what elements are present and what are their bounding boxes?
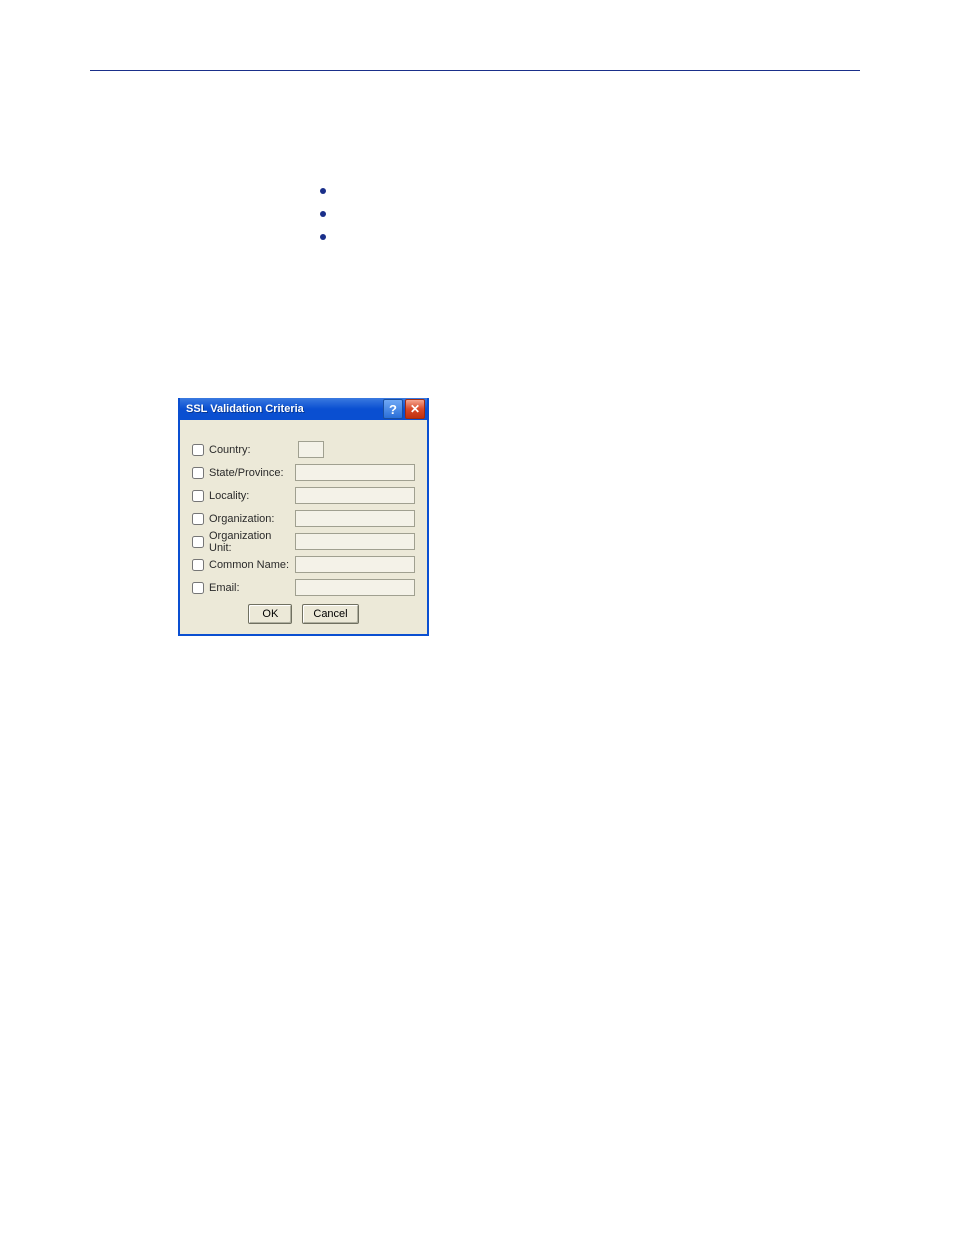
- bullet-icon: [320, 211, 326, 217]
- text-locality: Locality:: [209, 490, 249, 502]
- header-rule: [90, 70, 860, 71]
- row-common-name: Common Name:: [192, 553, 415, 576]
- row-email: Email:: [192, 576, 415, 599]
- bullet-list: [320, 188, 326, 257]
- row-org-unit: Organization Unit:: [192, 530, 415, 553]
- input-email[interactable]: [295, 579, 415, 596]
- text-organization: Organization:: [209, 513, 274, 525]
- label-common-name[interactable]: Common Name:: [192, 559, 295, 571]
- text-common-name: Common Name:: [209, 559, 289, 571]
- text-country: Country:: [209, 444, 251, 456]
- row-locality: Locality:: [192, 484, 415, 507]
- text-org-unit: Organization Unit:: [209, 530, 295, 554]
- checkbox-common-name[interactable]: [192, 559, 204, 571]
- checkbox-org-unit[interactable]: [192, 536, 204, 548]
- text-email: Email:: [209, 582, 240, 594]
- label-organization[interactable]: Organization:: [192, 513, 295, 525]
- ssl-validation-dialog: SSL Validation Criteria ? ✕ Country: Sta…: [178, 398, 429, 636]
- input-state[interactable]: [295, 464, 415, 481]
- label-country[interactable]: Country:: [192, 444, 298, 456]
- input-country[interactable]: [298, 441, 324, 458]
- input-common-name[interactable]: [295, 556, 415, 573]
- help-icon: ?: [389, 403, 397, 416]
- form-area: Country: State/Province: Locality:: [180, 420, 427, 599]
- ok-button[interactable]: OK: [248, 604, 292, 624]
- input-org-unit[interactable]: [295, 533, 415, 550]
- label-state[interactable]: State/Province:: [192, 467, 295, 479]
- checkbox-locality[interactable]: [192, 490, 204, 502]
- checkbox-organization[interactable]: [192, 513, 204, 525]
- row-organization: Organization:: [192, 507, 415, 530]
- checkbox-state[interactable]: [192, 467, 204, 479]
- label-email[interactable]: Email:: [192, 582, 295, 594]
- bullet-icon: [320, 234, 326, 240]
- row-state: State/Province:: [192, 461, 415, 484]
- input-locality[interactable]: [295, 487, 415, 504]
- close-button[interactable]: ✕: [405, 399, 425, 419]
- bullet-icon: [320, 188, 326, 194]
- checkbox-email[interactable]: [192, 582, 204, 594]
- cancel-button[interactable]: Cancel: [302, 604, 358, 624]
- label-org-unit[interactable]: Organization Unit:: [192, 530, 295, 554]
- help-button[interactable]: ?: [383, 399, 403, 419]
- dialog-titlebar[interactable]: SSL Validation Criteria ? ✕: [180, 398, 427, 420]
- text-state: State/Province:: [209, 467, 284, 479]
- close-icon: ✕: [410, 403, 420, 415]
- label-locality[interactable]: Locality:: [192, 490, 295, 502]
- input-organization[interactable]: [295, 510, 415, 527]
- dialog-button-bar: OK Cancel: [180, 604, 427, 624]
- checkbox-country[interactable]: [192, 444, 204, 456]
- dialog-title: SSL Validation Criteria: [186, 403, 381, 415]
- row-country: Country:: [192, 438, 415, 461]
